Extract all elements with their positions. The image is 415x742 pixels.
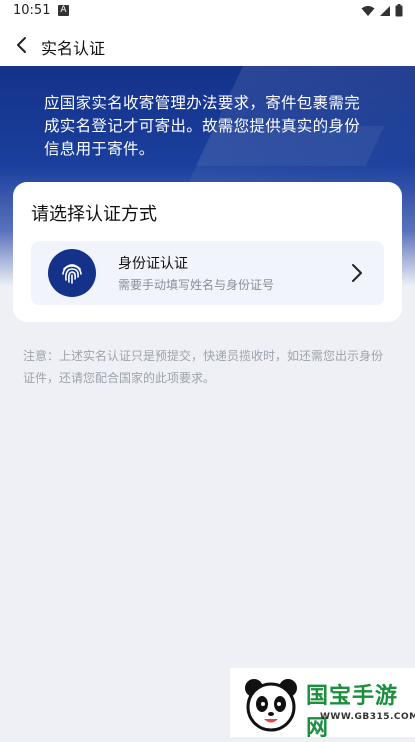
watermark: 国宝手游网 WWW.GB315.COM — [230, 668, 415, 741]
auth-method-card: 请选择认证方式 身份证认证 需要手动填写姓名与身份证号 — [13, 182, 402, 322]
watermark-brand: 国宝手游网 — [306, 684, 399, 741]
status-time: 10:51 — [13, 3, 51, 18]
panda-logo-icon — [245, 679, 297, 732]
status-bar: 10:51 A — [0, 0, 415, 24]
banner-text: 应国家实名收寄管理办法要求，寄件包裹需完成实名登记才可寄出。故需您提供真实的身份… — [44, 94, 361, 158]
wifi-icon — [361, 5, 375, 16]
id-card-auth-option[interactable]: 身份证认证 需要手动填写姓名与身份证号 — [31, 241, 384, 305]
card-title: 请选择认证方式 — [31, 204, 157, 225]
status-icons — [361, 4, 403, 17]
battery-icon — [395, 4, 403, 17]
notice-text: 注意：上述实名认证只是预提交，快递员揽收时，如还需您出示身份证件，还请您配合国家… — [23, 349, 384, 385]
notification-icon: A — [58, 5, 69, 16]
nav-bar: 实名认证 — [0, 24, 415, 66]
option-subtitle: 需要手动填写姓名与身份证号 — [118, 278, 275, 292]
option-title: 身份证认证 — [118, 256, 188, 272]
signal-icon — [380, 5, 390, 16]
watermark-url: WWW.GB315.COM — [320, 712, 415, 722]
back-arrow-icon[interactable] — [12, 35, 32, 55]
fingerprint-icon — [48, 249, 96, 297]
page-title: 实名认证 — [41, 39, 106, 58]
chevron-right-icon — [352, 264, 362, 282]
